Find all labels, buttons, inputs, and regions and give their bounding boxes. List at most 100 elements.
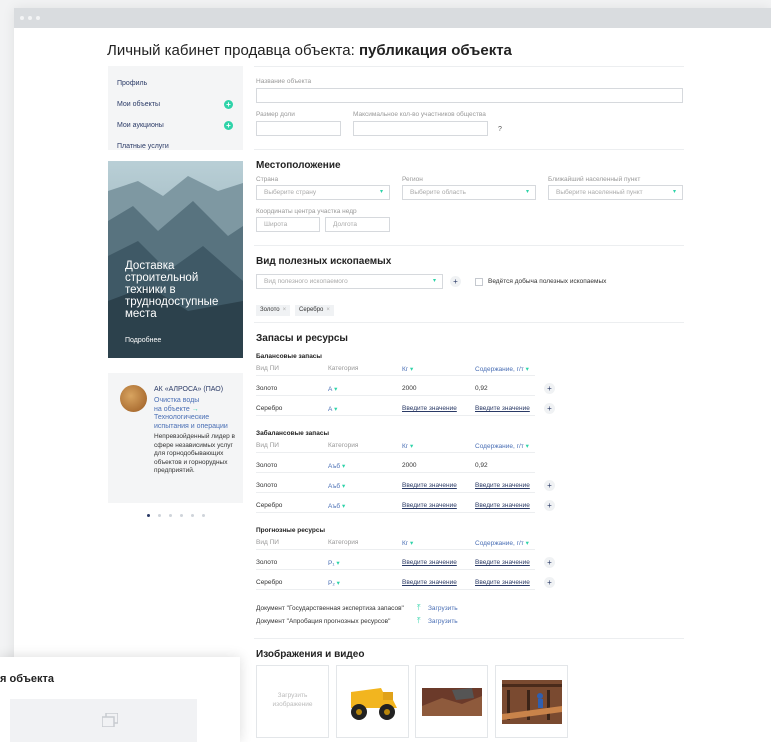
add-object-icon[interactable]: +: [224, 100, 233, 109]
settlement-select[interactable]: Выберите населенный пункт ▾: [548, 185, 683, 200]
upload-icon[interactable]: ⤒: [417, 616, 421, 626]
kg-input[interactable]: Введите значение: [402, 579, 457, 586]
pager-dot[interactable]: [158, 514, 161, 517]
row-divider: [256, 492, 535, 493]
promo-more-link[interactable]: Подробнее: [125, 337, 161, 344]
chevron-down-icon: ▾: [672, 189, 676, 195]
pager-dot[interactable]: [202, 514, 205, 517]
col-kg[interactable]: Кг ▾: [402, 442, 413, 450]
sidebar-item-paid-services[interactable]: Платные услуги: [117, 143, 169, 150]
mining-checkbox-label: Ведётся добыча полезных ископаемых: [488, 278, 607, 285]
row-content[interactable]: 0,92: [475, 462, 488, 469]
add-row-button[interactable]: +: [544, 577, 555, 588]
content-input[interactable]: Введите значение: [475, 579, 530, 586]
row-category-select[interactable]: Аъб ▾: [328, 482, 345, 490]
chevron-down-icon: ▾: [409, 443, 414, 450]
region-select[interactable]: Выберите область ▾: [402, 185, 536, 200]
pager-dot-active[interactable]: [147, 514, 150, 517]
row-category-select[interactable]: P₁ ▾: [328, 559, 340, 567]
sidebar-menu: Профиль Мои объекты + Мои аукционы + Пла…: [108, 66, 243, 150]
region-label: Регион: [402, 176, 423, 183]
upload-link[interactable]: Загрузить: [428, 618, 458, 625]
add-row-button[interactable]: +: [544, 500, 555, 511]
mining-checkbox[interactable]: [475, 278, 483, 286]
company-name[interactable]: АК «АЛРОСА» (ПАО): [154, 386, 223, 393]
sidebar-item-my-auctions[interactable]: Мои аукционы: [117, 122, 164, 129]
col-content[interactable]: Содержание, г/т ▾: [475, 539, 529, 547]
close-icon[interactable]: ×: [283, 307, 287, 313]
add-auction-icon[interactable]: +: [224, 121, 233, 130]
kg-input[interactable]: Введите значение: [402, 502, 457, 509]
upload-icon[interactable]: ⤒: [417, 603, 421, 613]
minerals-heading: Вид полезных ископаемых: [256, 256, 392, 267]
kg-input[interactable]: Введите значение: [402, 482, 457, 489]
row-category-select[interactable]: Аъб ▾: [328, 502, 345, 510]
content-input[interactable]: Введите значение: [475, 559, 530, 566]
add-row-button[interactable]: +: [544, 480, 555, 491]
add-mineral-button[interactable]: +: [450, 276, 461, 287]
row-kg[interactable]: 2000: [402, 385, 416, 392]
help-icon[interactable]: ?: [498, 126, 502, 133]
row-kg[interactable]: 2000: [402, 462, 416, 469]
off-balance-title: Забалансовые запасы: [256, 430, 330, 437]
pager-dot[interactable]: [180, 514, 183, 517]
sidebar-item-profile[interactable]: Профиль: [117, 80, 147, 87]
share-size-input[interactable]: [256, 121, 341, 136]
content-input[interactable]: Введите значение: [475, 502, 530, 509]
row-divider: [256, 395, 535, 396]
media-thumbnail[interactable]: [336, 665, 409, 738]
add-row-button[interactable]: +: [544, 557, 555, 568]
object-name-label: Название объекта: [256, 78, 312, 85]
row-divider: [256, 589, 535, 590]
col-kg[interactable]: Кг ▾: [402, 539, 413, 547]
country-select[interactable]: Выберите страну ▾: [256, 185, 390, 200]
chevron-down-icon: ▾: [341, 503, 346, 510]
company-description: Непревзойденный лидер в сфере независимы…: [154, 433, 235, 474]
media-thumbnail[interactable]: [495, 665, 568, 738]
kg-input[interactable]: Введите значение: [402, 405, 457, 412]
media-thumbnail[interactable]: [415, 665, 488, 738]
col-kg[interactable]: Кг ▾: [402, 365, 413, 373]
col-category: Категория: [328, 365, 359, 372]
upload-link[interactable]: Загрузить: [428, 605, 458, 612]
upload-image-button[interactable]: Загрузить изображение: [256, 665, 329, 738]
kg-input[interactable]: Введите значение: [402, 559, 457, 566]
content-input[interactable]: Введите значение: [475, 482, 530, 489]
row-category-select[interactable]: Аъб ▾: [328, 462, 345, 470]
content-input[interactable]: Введите значение: [475, 405, 530, 412]
row-category-select[interactable]: А ▾: [328, 385, 337, 393]
divider: [254, 638, 684, 639]
latitude-input[interactable]: Широта: [256, 217, 320, 232]
pager-dot[interactable]: [169, 514, 172, 517]
chevron-down-icon: ▾: [336, 560, 340, 567]
col-category: Категория: [328, 539, 359, 546]
row-content[interactable]: 0,92: [475, 385, 488, 392]
promo-banner[interactable]: Доставка строительной техники в труднодо…: [108, 161, 243, 358]
document-label: Документ "Апробация прогнозных ресурсов": [256, 618, 391, 625]
window-dot-icon: [28, 16, 32, 20]
reserves-heading: Запасы и ресурсы: [256, 333, 348, 344]
col-content[interactable]: Содержание, г/т ▾: [475, 442, 529, 450]
sidebar-item-my-objects[interactable]: Мои объекты: [117, 101, 160, 108]
close-icon[interactable]: ×: [326, 307, 330, 313]
chevron-down-icon: ▾: [336, 580, 340, 587]
add-row-button[interactable]: +: [544, 383, 555, 394]
col-category: Категория: [328, 442, 359, 449]
overlay-image-placeholder[interactable]: [10, 699, 197, 742]
company-logo: [120, 385, 147, 412]
pager-dot[interactable]: [191, 514, 194, 517]
row-category-select[interactable]: А ▾: [328, 405, 337, 413]
object-name-input[interactable]: [256, 88, 683, 103]
max-participants-input[interactable]: [353, 121, 488, 136]
mineral-type-select[interactable]: Вид полезного ископаемого ▾: [256, 274, 443, 289]
col-content[interactable]: Содержание, г/т ▾: [475, 365, 529, 373]
row-mineral: Серебро: [256, 502, 283, 509]
row-category-select[interactable]: P₂ ▾: [328, 579, 340, 587]
col-mineral: Вид ПИ: [256, 365, 279, 372]
window-titlebar: [14, 8, 771, 28]
add-row-button[interactable]: +: [544, 403, 555, 414]
company-services[interactable]: Очистка воды на объекте → Технологически…: [154, 397, 238, 431]
row-divider: [256, 549, 535, 550]
longitude-input[interactable]: Долгота: [325, 217, 390, 232]
row-divider: [256, 569, 535, 570]
